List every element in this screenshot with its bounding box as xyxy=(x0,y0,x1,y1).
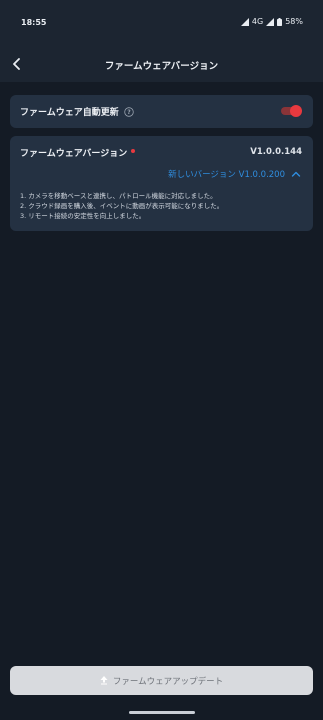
firmware-version-card: ファームウェアバージョン V1.0.0.144 新しいバージョン V1.0.0.… xyxy=(10,136,313,231)
status-time: 18:55 xyxy=(21,18,47,27)
auto-update-toggle[interactable] xyxy=(281,105,302,117)
firmware-version-title: ファームウェアバージョン xyxy=(20,149,128,159)
app-header: ファームウェアバージョン xyxy=(0,46,323,82)
release-note: 1. カメラを移動ベースと連携し、パトロール機能に対応しました。 xyxy=(20,192,217,200)
release-notes: 1. カメラを移動ベースと連携し、パトロール機能に対応しました。 2. クラウド… xyxy=(20,191,223,221)
page-title: ファームウェアバージョン xyxy=(104,61,219,72)
status-bar: 18:55 4G 58% xyxy=(0,0,323,46)
network-label: 4G xyxy=(251,17,264,26)
battery-level: 58% xyxy=(285,17,303,26)
update-button-label: ファームウェアアップデート xyxy=(112,676,224,687)
release-note: 3. リモート接続の安定性を向上しました。 xyxy=(20,212,146,220)
current-version: V1.0.0.144 xyxy=(250,147,302,157)
battery-icon xyxy=(277,17,283,26)
auto-update-label: ファームウェア自動更新 xyxy=(20,108,119,118)
svg-text:?: ? xyxy=(127,109,131,116)
auto-update-card: ファームウェア自動更新 ? xyxy=(10,95,313,128)
new-version-toggle[interactable]: 新しいバージョン V1.0.0.200 xyxy=(168,168,301,180)
toggle-knob xyxy=(290,105,302,117)
status-indicators: 4G 58% xyxy=(240,17,303,26)
signal-icon xyxy=(266,17,275,26)
chevron-up-icon xyxy=(291,171,301,177)
update-available-dot xyxy=(131,148,136,153)
firmware-update-button[interactable]: ファームウェアアップデート xyxy=(10,666,313,695)
firmware-version-row: ファームウェアバージョン xyxy=(20,146,136,159)
new-version-label: 新しいバージョン V1.0.0.200 xyxy=(168,170,285,180)
auto-update-row: ファームウェア自動更新 ? xyxy=(20,105,134,118)
signal-icon xyxy=(240,17,249,26)
release-note: 2. クラウド録画を購入後、イベントに動画が表示可能になりました。 xyxy=(20,202,224,210)
upload-icon xyxy=(100,676,108,685)
help-icon[interactable]: ? xyxy=(124,106,134,117)
home-indicator[interactable] xyxy=(129,711,195,714)
